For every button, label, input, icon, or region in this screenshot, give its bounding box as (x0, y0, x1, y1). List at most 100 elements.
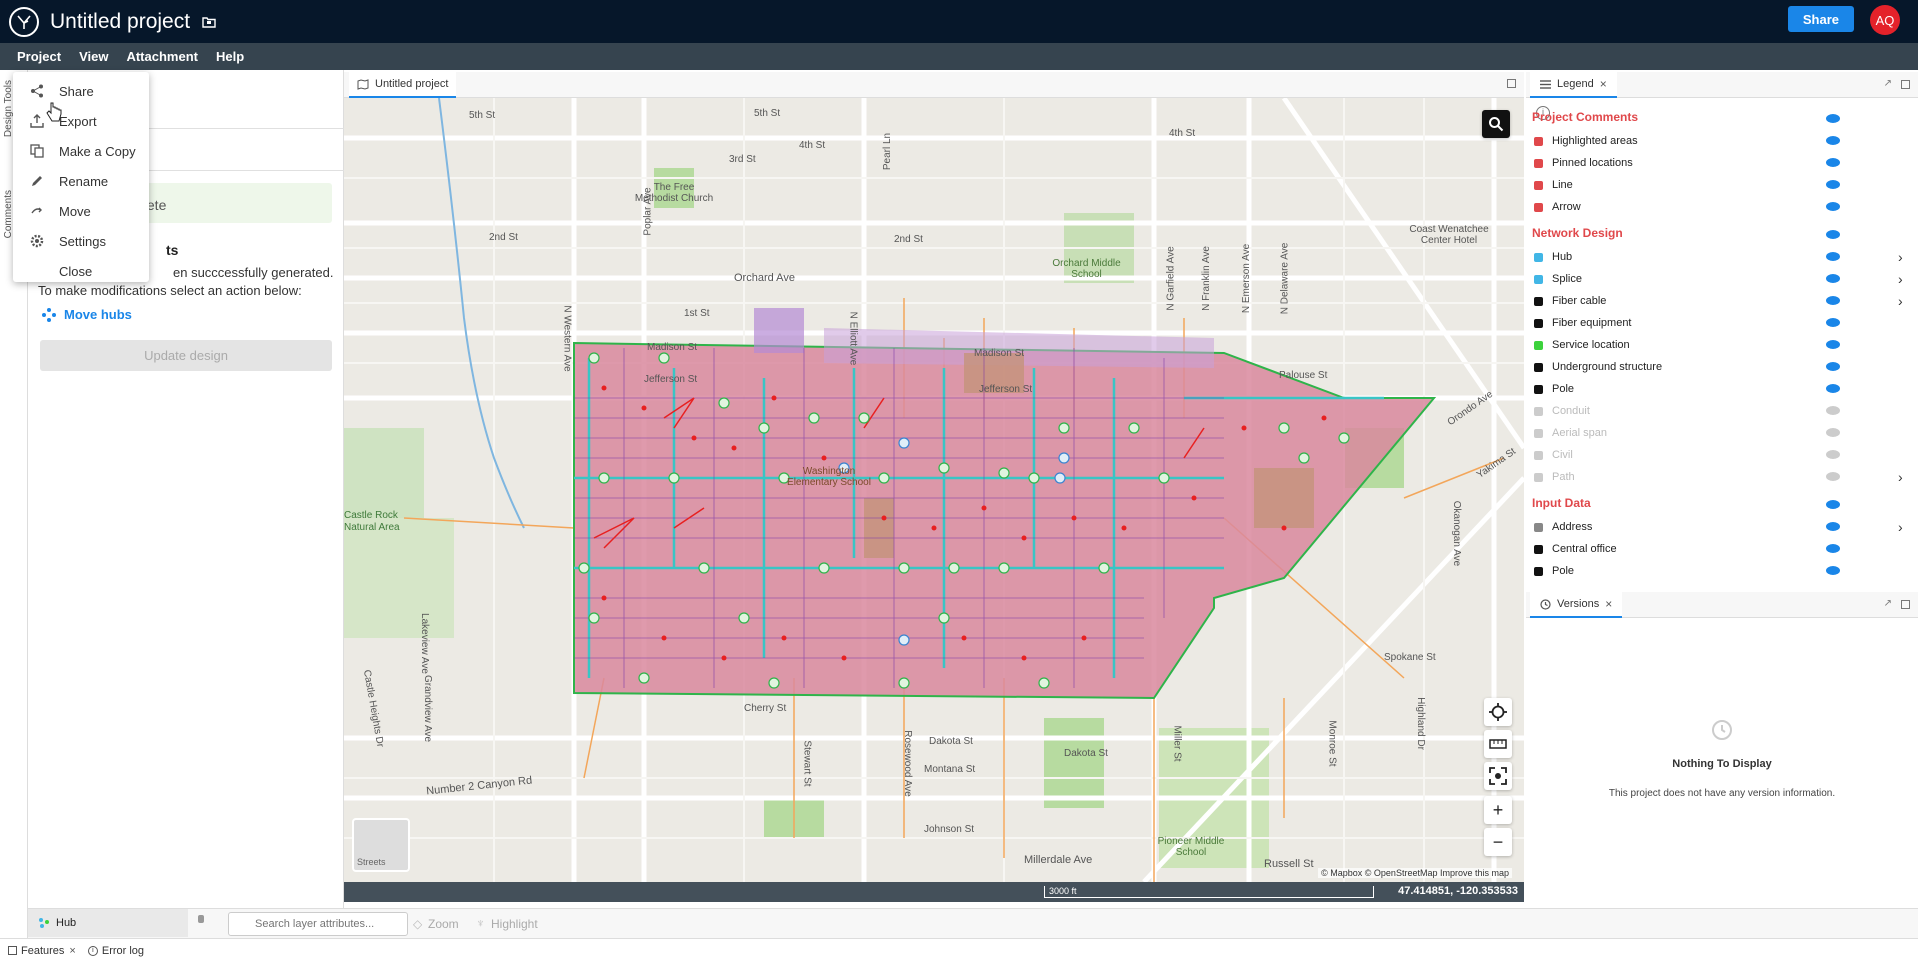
map-attribution[interactable]: © Mapbox © OpenStreetMap Improve this ma… (1318, 868, 1512, 878)
visibility-eye-icon[interactable] (1826, 566, 1840, 575)
map-canvas[interactable]: 5th St 5th St 4th St 4th St 3rd St 2nd S… (344, 98, 1524, 882)
popout-icon[interactable]: ↗ (1884, 78, 1892, 89)
zoom-in-button[interactable]: + (1484, 796, 1512, 824)
legend-swatch-icon (1532, 251, 1544, 263)
legend-item[interactable]: Conduit (1532, 402, 1912, 420)
visibility-eye-icon[interactable] (1826, 362, 1840, 371)
user-avatar[interactable]: AQ (1870, 5, 1900, 35)
zoom-to-button[interactable]: Zoom (428, 917, 459, 931)
feature-chip-hub[interactable]: Hub (28, 909, 188, 937)
visibility-eye-icon[interactable] (1826, 158, 1840, 167)
tab-legend[interactable]: Legend × (1530, 72, 1617, 98)
chevron-right-icon[interactable]: › (1898, 249, 1903, 265)
map-label: Dakota St (1064, 748, 1108, 759)
menu-item-export[interactable]: Export (13, 106, 149, 136)
legend-item[interactable]: Fiber cable (1532, 292, 1912, 310)
visibility-eye-icon[interactable] (1826, 202, 1840, 211)
legend-item[interactable]: Address (1532, 518, 1912, 536)
legend-item[interactable]: Underground structure (1532, 358, 1912, 376)
pin-icon[interactable] (198, 915, 204, 923)
menu-attachment[interactable]: Attachment (126, 49, 198, 64)
map-label: Okanogan Ave (1451, 500, 1463, 567)
close-icon[interactable]: × (1605, 597, 1612, 611)
layer-attribute-search-input[interactable] (228, 912, 408, 936)
maximize-icon[interactable] (1901, 600, 1910, 609)
visibility-eye-icon[interactable] (1826, 252, 1840, 261)
map-label: Orchard Ave (734, 272, 795, 284)
legend-item-label: Pinned locations (1552, 157, 1633, 169)
move-hubs-link[interactable]: Move hubs (42, 307, 132, 322)
highlight-button[interactable]: Highlight (491, 917, 538, 931)
tab-features[interactable]: Features × (8, 945, 76, 957)
visibility-eye-icon[interactable] (1826, 230, 1840, 239)
legend-item[interactable]: Civil (1532, 446, 1912, 464)
project-title[interactable]: Untitled project (50, 10, 190, 34)
hidden-eye-icon[interactable] (1826, 472, 1840, 481)
chevron-right-icon[interactable]: › (1898, 293, 1903, 309)
zoom-out-button[interactable]: − (1484, 828, 1512, 856)
legend-item[interactable]: Central office (1532, 540, 1912, 558)
update-design-button[interactable]: Update design (40, 340, 332, 371)
legend-item[interactable]: Line (1532, 176, 1912, 194)
chevron-right-icon[interactable]: › (1898, 469, 1903, 485)
fit-extent-button[interactable] (1484, 762, 1512, 790)
close-icon[interactable]: × (1600, 77, 1607, 91)
map-search-button[interactable] (1482, 110, 1510, 138)
menu-item-make-copy[interactable]: Make a Copy (13, 136, 149, 166)
legend-item[interactable]: Arrow (1532, 198, 1912, 216)
hidden-eye-icon[interactable] (1826, 428, 1840, 437)
hidden-eye-icon[interactable] (1826, 406, 1840, 415)
visibility-eye-icon[interactable] (1826, 544, 1840, 553)
close-icon[interactable]: × (69, 945, 75, 957)
visibility-eye-icon[interactable] (1826, 274, 1840, 283)
folder-icon[interactable] (202, 16, 216, 28)
menu-help[interactable]: Help (216, 49, 244, 64)
legend-item[interactable]: Pole (1532, 380, 1912, 398)
hidden-eye-icon[interactable] (1826, 450, 1840, 459)
visibility-eye-icon[interactable] (1826, 500, 1840, 509)
legend-item[interactable]: Pinned locations (1532, 154, 1912, 172)
visibility-eye-icon[interactable] (1826, 296, 1840, 305)
legend-item[interactable]: Highlighted areas (1532, 132, 1912, 150)
menu-item-share[interactable]: Share (13, 76, 149, 106)
menu-item-close[interactable]: Close (13, 256, 149, 286)
menu-item-settings[interactable]: Settings (13, 226, 149, 256)
legend-item-label: Line (1552, 179, 1573, 191)
menu-view[interactable]: View (79, 49, 108, 64)
maximize-icon[interactable] (1507, 79, 1516, 88)
visibility-eye-icon[interactable] (1826, 114, 1840, 123)
menu-project[interactable]: Project (17, 49, 61, 64)
menu-item-label: Rename (59, 173, 109, 189)
visibility-eye-icon[interactable] (1826, 340, 1840, 349)
legend-item[interactable]: Service location (1532, 336, 1912, 354)
chevron-right-icon[interactable]: › (1898, 271, 1903, 287)
visibility-eye-icon[interactable] (1826, 318, 1840, 327)
share-button[interactable]: Share (1787, 6, 1854, 32)
legend-item[interactable]: Pole (1532, 562, 1912, 580)
info-icon: i (87, 945, 98, 956)
visibility-eye-icon[interactable] (1826, 384, 1840, 393)
visibility-eye-icon[interactable] (1826, 180, 1840, 189)
legend-item-label: Highlighted areas (1552, 135, 1638, 147)
menu-item-rename[interactable]: Rename (13, 166, 149, 196)
legend-swatch-icon (1532, 157, 1544, 169)
visibility-eye-icon[interactable] (1826, 136, 1840, 145)
locate-button[interactable] (1484, 698, 1512, 726)
chevron-right-icon[interactable]: › (1898, 519, 1903, 535)
legend-item[interactable]: Splice (1532, 270, 1912, 288)
legend-item-label: Arrow (1552, 201, 1581, 213)
tab-versions[interactable]: Versions × (1530, 592, 1623, 618)
tab-map-project[interactable]: Untitled project (349, 72, 457, 98)
popout-icon[interactable]: ↗ (1884, 598, 1892, 609)
tab-error-log[interactable]: i Error log (87, 945, 144, 957)
basemap-toggle[interactable]: Streets (352, 818, 410, 872)
visibility-eye-icon[interactable] (1826, 522, 1840, 531)
app-logo-icon[interactable] (9, 6, 39, 37)
legend-item[interactable]: Path (1532, 468, 1912, 486)
maximize-icon[interactable] (1901, 80, 1910, 89)
legend-item[interactable]: Fiber equipment (1532, 314, 1912, 332)
legend-item[interactable]: Aerial span (1532, 424, 1912, 442)
measure-button[interactable] (1484, 730, 1512, 758)
legend-item[interactable]: Hub (1532, 248, 1912, 266)
menu-item-move[interactable]: Move (13, 196, 149, 226)
